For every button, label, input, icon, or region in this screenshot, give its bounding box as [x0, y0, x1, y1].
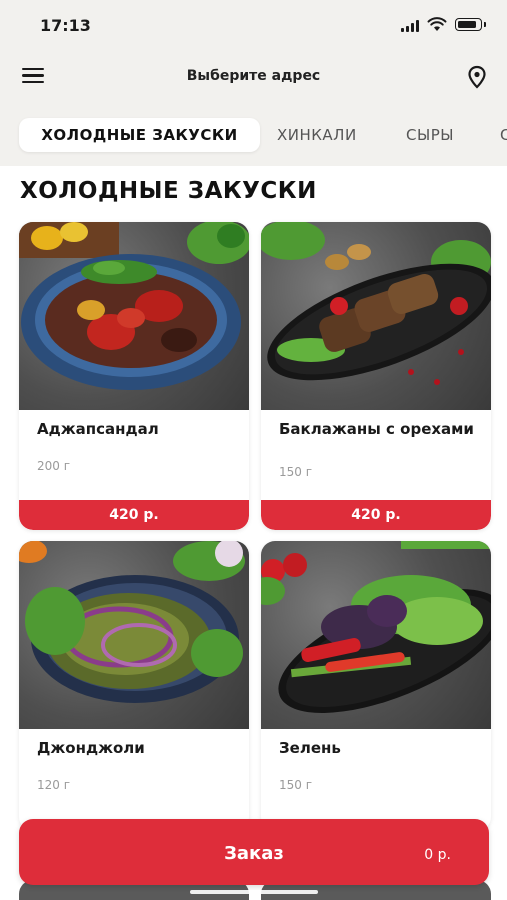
tab-khinkali[interactable]: ХИНКАЛИ [277, 118, 357, 152]
product-card-eggplant-walnuts[interactable]: Баклажаны с орехами 150 г 420 р. [261, 222, 491, 530]
product-name: Джонджоли [37, 739, 145, 757]
product-photo [261, 222, 491, 410]
category-tabs: ХОЛОДНЫЕ ЗАКУСКИ ХИНКАЛИ СЫРЫ С [0, 118, 507, 154]
order-label: Заказ [224, 843, 284, 864]
app-header: Выберите адрес [0, 52, 507, 102]
product-weight: 150 г [279, 465, 313, 479]
product-weight: 200 г [37, 459, 71, 473]
product-card-jonjoli[interactable]: Джонджоли 120 г [19, 541, 249, 831]
product-card-ajapsandali[interactable]: Аджапсандал 200 г 420 р. [19, 222, 249, 530]
product-name: Аджапсандал [37, 420, 159, 438]
status-time: 17:13 [40, 16, 91, 35]
product-weight: 150 г [279, 778, 313, 792]
order-button[interactable]: Заказ 0 р. [19, 819, 489, 885]
section-title: ХОЛОДНЫЕ ЗАКУСКИ [20, 178, 317, 204]
wifi-icon [427, 17, 447, 31]
tab-next-partial[interactable]: С [500, 118, 507, 152]
price-button[interactable]: 420 р. [261, 500, 491, 530]
top-panel: 17:13 Выберите адрес ХОЛОДНЫЕ ЗАКУСКИ ХИ… [0, 0, 507, 166]
status-bar: 17:13 [0, 0, 507, 50]
location-pin-icon[interactable] [466, 65, 488, 89]
product-weight: 120 г [37, 778, 71, 792]
product-photo [19, 222, 249, 410]
home-indicator[interactable] [190, 890, 318, 894]
address-selector[interactable]: Выберите адрес [0, 68, 507, 84]
signal-icon [401, 20, 419, 32]
tab-cold-appetizers[interactable]: ХОЛОДНЫЕ ЗАКУСКИ [19, 118, 260, 152]
product-card-greens[interactable]: Зелень 150 г [261, 541, 491, 831]
product-photo [19, 541, 249, 729]
battery-icon [455, 18, 486, 31]
product-photo [261, 541, 491, 729]
product-name: Баклажаны с орехами [279, 420, 474, 438]
product-name: Зелень [279, 739, 341, 757]
order-total: 0 р. [424, 847, 451, 863]
price-button[interactable]: 420 р. [19, 500, 249, 530]
tab-cheeses[interactable]: СЫРЫ [406, 118, 454, 152]
